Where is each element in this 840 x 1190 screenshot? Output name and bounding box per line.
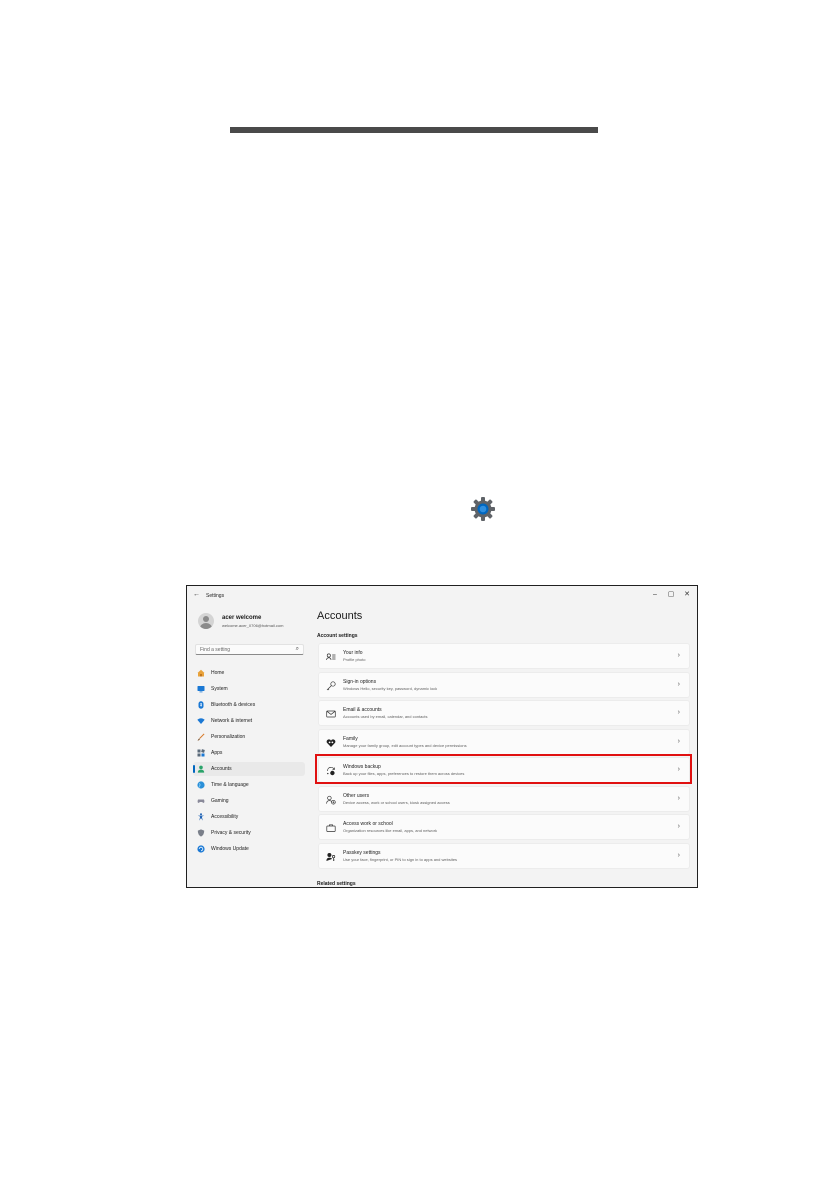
page-title: Accounts xyxy=(317,610,363,622)
card-subtitle: Accounts used by email, calendar, and co… xyxy=(343,714,428,719)
chevron-right-icon: › xyxy=(677,823,680,830)
highlight-windows-backup xyxy=(315,754,692,784)
setting-card-email-accounts[interactable]: Email & accounts Accounts used by email,… xyxy=(318,700,690,726)
avatar[interactable] xyxy=(198,613,214,629)
related-settings-heading: Related settings xyxy=(317,881,356,887)
sidebar-item-label: Personalization xyxy=(211,734,246,740)
chevron-right-icon: › xyxy=(677,681,680,688)
sidebar-item-home[interactable]: Home xyxy=(193,666,305,680)
card-title: Sign-in options xyxy=(343,679,377,685)
sidebar-item-label: Windows Update xyxy=(211,846,249,852)
chevron-right-icon: › xyxy=(677,738,680,745)
other-users-icon xyxy=(326,795,336,805)
sidebar-item-label: Network & internet xyxy=(211,718,253,724)
apps-icon xyxy=(197,749,205,757)
back-arrow-icon[interactable]: ← xyxy=(193,591,200,598)
sidebar-item-label: Gaming xyxy=(211,798,229,804)
sidebar-item-label: Time & language xyxy=(211,782,249,788)
accessibility-icon xyxy=(197,813,205,821)
maximize-button[interactable]: ▢ xyxy=(663,589,679,601)
page-header-rule xyxy=(230,127,598,133)
sidebar-item-bluetooth[interactable]: Bluetooth & devices xyxy=(193,698,305,712)
sidebar-item-gaming[interactable]: Gaming xyxy=(193,794,305,808)
network-icon xyxy=(197,718,205,724)
card-title: Family xyxy=(343,736,358,742)
sidebar-item-label: Apps xyxy=(211,750,223,756)
card-subtitle: Manage your family group, edit account t… xyxy=(343,743,467,748)
globe-icon xyxy=(197,781,205,789)
card-subtitle: Profile photo xyxy=(343,657,366,662)
card-title: Email & accounts xyxy=(343,707,382,713)
sidebar-item-accessibility[interactable]: Accessibility xyxy=(193,810,305,824)
accounts-icon xyxy=(197,765,205,773)
sidebar-item-time-language[interactable]: Time & language xyxy=(193,778,305,792)
sidebar-item-network[interactable]: Network & internet xyxy=(193,714,305,728)
sidebar-item-accounts[interactable]: Accounts xyxy=(193,762,305,776)
sidebar-item-label: Accounts xyxy=(211,766,232,772)
sidebar-item-label: Home xyxy=(211,670,225,676)
user-email: welcome.acer_0706@hotmail.com xyxy=(222,623,284,628)
passkey-icon xyxy=(326,853,336,861)
card-subtitle: Organization resources like email, apps,… xyxy=(343,828,438,833)
shield-icon xyxy=(197,829,205,837)
user-name: acer welcome xyxy=(222,615,262,621)
window-title: Settings xyxy=(206,593,225,599)
settings-window: ← Settings – ▢ ✕ acer welcome welcome.ac… xyxy=(186,585,698,888)
setting-card-sign-in-options[interactable]: Sign-in options Windows Hello, security … xyxy=(318,672,690,698)
gear-icon xyxy=(471,497,495,521)
key-icon xyxy=(326,681,336,691)
card-subtitle: Windows Hello, security key, password, d… xyxy=(343,686,438,691)
card-title: Access work or school xyxy=(343,821,393,827)
sidebar-item-label: System xyxy=(211,686,228,692)
close-button[interactable]: ✕ xyxy=(679,589,695,601)
sidebar-item-label: Privacy & security xyxy=(211,830,251,836)
active-indicator xyxy=(193,765,195,773)
update-icon xyxy=(197,845,205,853)
sidebar-item-label: Accessibility xyxy=(211,814,239,820)
home-icon xyxy=(197,669,205,677)
card-title: Other users xyxy=(343,793,370,799)
chevron-right-icon: › xyxy=(677,795,680,802)
family-icon xyxy=(326,739,336,747)
setting-card-passkey-settings[interactable]: Passkey settings Use your face, fingerpr… xyxy=(318,843,690,869)
sidebar-item-label: Bluetooth & devices xyxy=(211,702,256,708)
gamepad-icon xyxy=(197,799,205,803)
card-title: Your info xyxy=(343,650,363,656)
chevron-right-icon: › xyxy=(677,852,680,859)
mail-icon xyxy=(326,710,336,718)
setting-card-your-info[interactable]: Your info Profile photo › xyxy=(318,643,690,669)
sidebar-item-windows-update[interactable]: Windows Update xyxy=(193,842,305,856)
bluetooth-icon xyxy=(198,701,204,709)
search-icon: ⌕ xyxy=(295,646,299,652)
person-card-icon xyxy=(326,653,336,661)
search-input[interactable]: Find a setting ⌕ xyxy=(195,644,304,655)
card-title: Passkey settings xyxy=(343,850,381,856)
briefcase-icon xyxy=(326,824,336,832)
chevron-right-icon: › xyxy=(677,652,680,659)
title-bar: ← Settings – ▢ ✕ xyxy=(187,586,697,606)
minimize-button[interactable]: – xyxy=(647,589,663,601)
setting-card-access-work-school[interactable]: Access work or school Organization resou… xyxy=(318,814,690,840)
sidebar-item-system[interactable]: System xyxy=(193,682,305,696)
card-subtitle: Use your face, fingerprint, or PIN to si… xyxy=(343,857,458,862)
sidebar-item-apps[interactable]: Apps xyxy=(193,746,305,760)
setting-card-family[interactable]: Family Manage your family group, edit ac… xyxy=(318,729,690,755)
sidebar-item-personalization[interactable]: Personalization xyxy=(193,730,305,744)
system-icon xyxy=(197,686,205,693)
chevron-right-icon: › xyxy=(677,709,680,716)
setting-card-other-users[interactable]: Other users Device access, work or schoo… xyxy=(318,786,690,812)
search-placeholder: Find a setting xyxy=(200,647,231,653)
sidebar-item-privacy[interactable]: Privacy & security xyxy=(193,826,305,840)
card-subtitle: Device access, work or school users, kio… xyxy=(343,800,450,805)
brush-icon xyxy=(197,733,205,741)
section-heading: Account settings xyxy=(317,633,358,639)
